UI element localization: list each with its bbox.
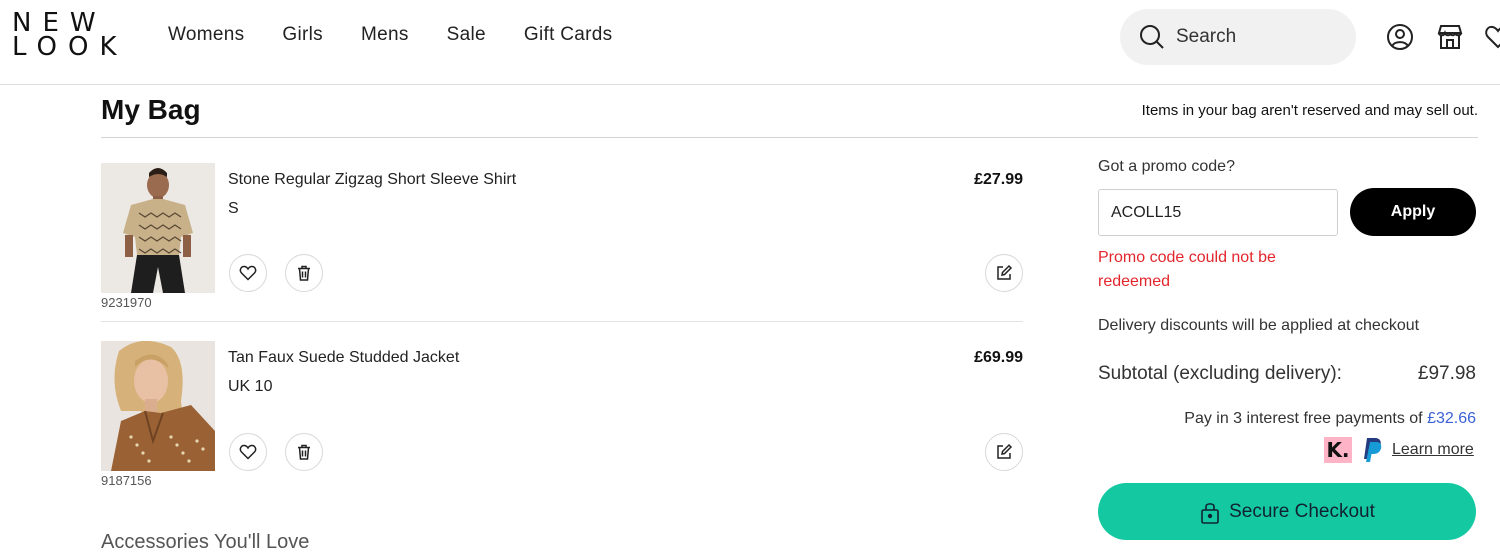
- promo-code-label: Got a promo code?: [1098, 158, 1235, 175]
- accessories-heading: Accessories You'll Love: [101, 531, 310, 553]
- remove-item-button[interactable]: [285, 433, 323, 471]
- search-icon: [1140, 25, 1164, 49]
- pay-in-3-text: Pay in 3 interest free payments of: [1184, 410, 1423, 427]
- new-look-logo[interactable]: NEW LOOK: [12, 10, 128, 62]
- checkout-label: Secure Checkout: [1229, 500, 1375, 522]
- edit-item-button[interactable]: [985, 433, 1023, 471]
- search-label: Search: [1176, 26, 1237, 47]
- heart-icon: [239, 444, 257, 460]
- remove-item-button[interactable]: [285, 254, 323, 292]
- product-price: £69.99: [974, 349, 1023, 366]
- apply-promo-button[interactable]: Apply: [1350, 188, 1476, 236]
- subtotal-label: Subtotal (excluding delivery):: [1098, 363, 1342, 384]
- delivery-discount-note: Delivery discounts will be applied at ch…: [1098, 317, 1420, 334]
- paypal-icon: [1364, 438, 1382, 462]
- bag-item: 9231970 Stone Regular Zigzag Short Sleev…: [101, 163, 1023, 313]
- lock-icon: [1201, 502, 1219, 524]
- nav-gift-cards[interactable]: Gift Cards: [524, 24, 613, 46]
- page-title: My Bag: [101, 94, 201, 125]
- klarna-logo: K.: [1324, 437, 1352, 463]
- product-sku: 9231970: [101, 295, 152, 310]
- main-nav: Womens Girls Mens Sale Gift Cards: [168, 24, 650, 46]
- edit-icon: [997, 264, 1013, 280]
- nav-girls[interactable]: Girls: [282, 24, 323, 46]
- edit-item-button[interactable]: [985, 254, 1023, 292]
- promo-code-input[interactable]: [1098, 189, 1338, 236]
- trash-icon: [298, 265, 310, 281]
- search-bar[interactable]: Search: [1120, 9, 1356, 65]
- nav-mens[interactable]: Mens: [361, 24, 409, 46]
- wishlist-icon[interactable]: [1484, 23, 1500, 51]
- bag-item: 9187156 Tan Faux Suede Studded Jacket UK…: [101, 341, 1023, 491]
- secure-checkout-button[interactable]: Secure Checkout: [1098, 483, 1476, 540]
- product-name[interactable]: Stone Regular Zigzag Short Sleeve Shirt: [228, 171, 516, 189]
- nav-sale[interactable]: Sale: [447, 24, 486, 46]
- title-divider: [101, 137, 1478, 138]
- pay-in-3-amount: £32.66: [1427, 410, 1476, 427]
- account-icon[interactable]: [1386, 23, 1414, 51]
- edit-icon: [997, 443, 1013, 459]
- item-divider: [101, 321, 1023, 322]
- learn-more-link[interactable]: Learn more: [1392, 441, 1474, 459]
- product-name[interactable]: Tan Faux Suede Studded Jacket: [228, 349, 459, 367]
- product-image-shirt[interactable]: [101, 163, 215, 293]
- product-image-jacket[interactable]: [101, 341, 215, 471]
- save-to-wishlist-button[interactable]: [229, 433, 267, 471]
- save-to-wishlist-button[interactable]: [229, 254, 267, 292]
- promo-error-message: Promo code could not be redeemed: [1098, 249, 1276, 290]
- product-size: UK 10: [228, 378, 273, 395]
- bag-reservation-notice: Items in your bag aren't reserved and ma…: [1141, 102, 1478, 119]
- store-icon[interactable]: [1436, 23, 1464, 51]
- heart-icon: [239, 265, 257, 281]
- product-sku: 9187156: [101, 473, 152, 488]
- product-size: S: [228, 200, 239, 217]
- nav-womens[interactable]: Womens: [168, 24, 244, 46]
- pay-in-3-message: Pay in 3 interest free payments of £32.6…: [1184, 410, 1476, 428]
- trash-icon: [298, 444, 310, 460]
- product-price: £27.99: [974, 171, 1023, 188]
- logo-line-2: LOOK: [12, 32, 128, 62]
- subtotal-value: £97.98: [1417, 363, 1476, 384]
- site-header: NEW LOOK Womens Girls Mens Sale Gift Car…: [0, 0, 1500, 85]
